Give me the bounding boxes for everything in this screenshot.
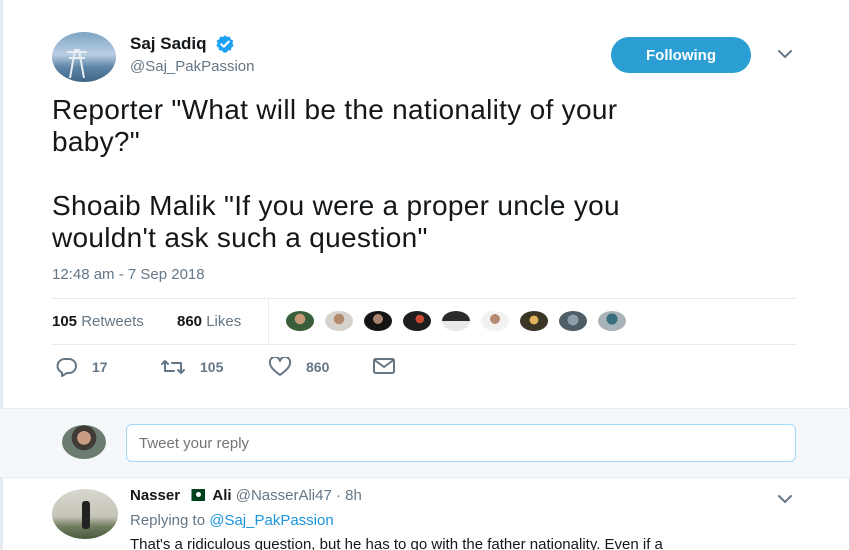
- liker-avatar[interactable]: [557, 309, 589, 333]
- tweet-actions: 17 105 860: [52, 355, 796, 385]
- liker-avatar[interactable]: [362, 309, 394, 333]
- tweet-stats-bar: 105 Retweets 860 Likes: [52, 298, 796, 345]
- retweet-action[interactable]: 105: [160, 357, 223, 377]
- current-user-avatar: [62, 425, 106, 459]
- liker-avatar[interactable]: [323, 309, 355, 333]
- reply-composer: [0, 408, 850, 478]
- chevron-down-icon[interactable]: [777, 48, 793, 60]
- like-action[interactable]: 860: [268, 357, 329, 377]
- reply-tweet[interactable]: Nasser Ali @NasserAli47 · 8h Replying to…: [0, 479, 850, 550]
- reply-time[interactable]: 8h: [345, 487, 362, 504]
- reply-text: That's a ridiculous question, but he has…: [130, 536, 663, 550]
- liker-avatar[interactable]: [479, 309, 511, 333]
- reply-icon: [56, 358, 77, 377]
- stats-divider: [268, 299, 269, 345]
- verified-badge-icon: [216, 35, 234, 53]
- likes-label: Likes: [206, 313, 242, 330]
- avatar-pylon-image: [67, 49, 87, 78]
- reply-author-handle[interactable]: @NasserAli47: [236, 487, 332, 504]
- like-count: 860: [306, 359, 330, 375]
- heart-icon: [268, 357, 292, 376]
- reply-author-first-name[interactable]: Nasser: [130, 487, 180, 504]
- reply-author-avatar[interactable]: [52, 489, 118, 539]
- replying-to-line: Replying to @Saj_PakPassion: [130, 512, 334, 529]
- replying-to-label: Replying to: [130, 512, 206, 529]
- likes-stat[interactable]: 860 Likes: [177, 313, 241, 330]
- liker-avatar[interactable]: [518, 309, 550, 333]
- author-handle[interactable]: @Saj_PakPassion: [130, 58, 254, 75]
- following-button[interactable]: Following: [611, 37, 751, 73]
- liker-avatar[interactable]: [596, 309, 628, 333]
- tweet-timestamp[interactable]: 12:48 am - 7 Sep 2018: [52, 266, 205, 283]
- reply-input[interactable]: [126, 424, 796, 462]
- tweet-header: Saj Sadiq @Saj_PakPassion Following: [52, 30, 804, 86]
- liker-avatar[interactable]: [401, 309, 433, 333]
- envelope-icon: [373, 358, 395, 374]
- retweets-stat[interactable]: 105 Retweets: [52, 313, 144, 330]
- tweet-text: Reporter "What will be the nationality o…: [52, 94, 620, 253]
- liker-avatar[interactable]: [284, 309, 316, 333]
- chevron-down-icon[interactable]: [777, 493, 793, 505]
- author-avatar[interactable]: [52, 32, 116, 82]
- tweet-window: Saj Sadiq @Saj_PakPassion Following Repo…: [0, 0, 850, 550]
- pakistan-flag-icon: [187, 489, 206, 501]
- reply-author-last-name[interactable]: Ali: [212, 487, 231, 504]
- liker-avatar[interactable]: [440, 309, 472, 333]
- reply-action[interactable]: 17: [56, 357, 108, 377]
- retweets-label: Retweets: [81, 313, 144, 330]
- reply-count: 17: [92, 359, 108, 375]
- replying-to-link[interactable]: @Saj_PakPassion: [209, 512, 333, 529]
- reply-author-line: Nasser Ali @NasserAli47 · 8h: [130, 487, 362, 504]
- likes-count: 860: [177, 313, 203, 330]
- reply-separator: ·: [336, 487, 341, 504]
- author-name-block: Saj Sadiq @Saj_PakPassion: [130, 34, 254, 75]
- retweets-count: 105: [52, 313, 78, 330]
- author-display-name[interactable]: Saj Sadiq: [130, 34, 207, 54]
- retweet-icon: [161, 360, 185, 374]
- avatar-figure: [82, 501, 90, 529]
- retweet-count: 105: [200, 359, 224, 375]
- direct-message-action[interactable]: [372, 357, 410, 375]
